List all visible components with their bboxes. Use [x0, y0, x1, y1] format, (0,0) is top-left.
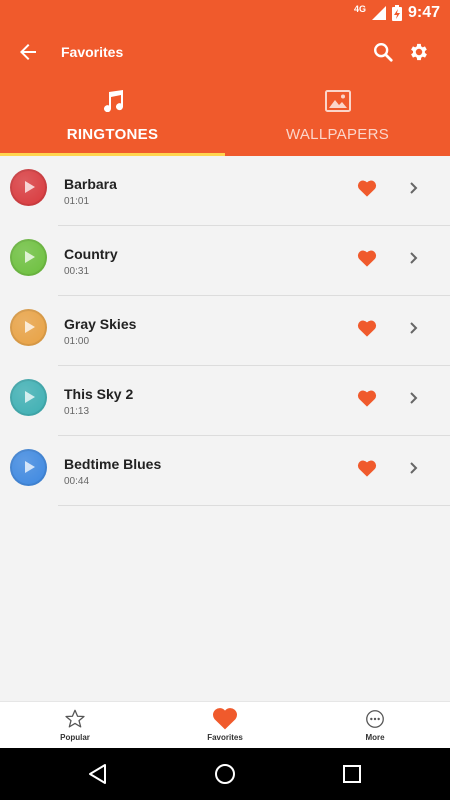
heart-icon[interactable] [357, 179, 377, 197]
ringtone-name: Country [64, 246, 118, 262]
ringtone-name: Barbara [64, 176, 117, 192]
chevron-right-icon[interactable] [408, 181, 420, 195]
ringtone-row[interactable]: This Sky 2 01:13 [0, 366, 450, 436]
play-button[interactable] [10, 449, 47, 486]
gear-icon[interactable] [408, 41, 430, 63]
search-icon[interactable] [372, 41, 394, 63]
ringtone-duration: 01:13 [64, 406, 90, 417]
star-icon [65, 709, 85, 728]
tab-wallpapers[interactable]: WALLPAPERS [225, 76, 450, 156]
signal-icon [371, 6, 386, 20]
nav-label: Favorites [207, 733, 243, 742]
ringtone-row[interactable]: Gray Skies 01:00 [0, 296, 450, 366]
play-button[interactable] [10, 239, 47, 276]
image-icon [324, 90, 351, 112]
music-note-icon [103, 90, 123, 112]
ringtone-row[interactable]: Country 00:31 [0, 226, 450, 296]
tab-label: WALLPAPERS [285, 126, 390, 143]
system-home-icon[interactable] [213, 762, 237, 786]
nav-popular[interactable]: Popular [0, 702, 150, 749]
nav-favorites[interactable]: Favorites [150, 702, 300, 749]
nav-label: More [365, 733, 385, 742]
heart-icon[interactable] [357, 249, 377, 267]
ringtone-duration: 00:31 [64, 266, 90, 277]
ringtone-duration: 00:44 [64, 476, 90, 487]
nav-label: Popular [60, 733, 90, 742]
ringtone-row[interactable]: Barbara 01:01 [0, 156, 450, 226]
chevron-right-icon[interactable] [408, 251, 420, 265]
bottom-navigation: Popular Favorites More [0, 701, 450, 748]
chevron-right-icon[interactable] [408, 461, 420, 475]
heart-icon [213, 708, 237, 730]
more-icon [366, 710, 384, 728]
ringtone-duration: 01:00 [64, 336, 90, 347]
system-recents-icon[interactable] [340, 762, 364, 786]
page-title: Favorites [61, 44, 124, 60]
system-back-icon[interactable] [86, 762, 110, 786]
divider [58, 505, 450, 506]
play-button[interactable] [10, 309, 47, 346]
play-button[interactable] [10, 379, 47, 416]
ringtone-name: Gray Skies [64, 316, 137, 332]
back-arrow-icon[interactable] [16, 40, 40, 64]
ringtone-duration: 01:01 [64, 196, 90, 207]
battery-icon [391, 5, 402, 21]
ringtone-name: This Sky 2 [64, 386, 134, 402]
heart-icon[interactable] [357, 319, 377, 337]
chevron-right-icon[interactable] [408, 321, 420, 335]
status-icons: 4G 9:47 [354, 4, 440, 22]
heart-icon[interactable] [357, 389, 377, 407]
tab-bar: RINGTONES WALLPAPERS [0, 76, 450, 156]
nav-more[interactable]: More [300, 702, 450, 749]
play-button[interactable] [10, 169, 47, 206]
clock: 9:47 [407, 4, 440, 21]
ringtone-row[interactable]: Bedtime Blues 00:44 [0, 436, 450, 506]
chevron-right-icon[interactable] [408, 391, 420, 405]
status-bar: 4G 9:47 [0, 0, 450, 28]
ringtone-list: Barbara 01:01 Country 00:31 Gray Skies 01:00 T… [0, 156, 450, 506]
heart-icon[interactable] [357, 459, 377, 477]
tab-ringtones[interactable]: RINGTONES [0, 76, 225, 156]
tab-label: RINGTONES [66, 126, 159, 143]
ringtone-name: Bedtime Blues [64, 456, 162, 472]
network-type: 4G [353, 3, 366, 14]
app-bar: Favorites [0, 28, 450, 76]
system-navigation-bar [0, 748, 450, 800]
